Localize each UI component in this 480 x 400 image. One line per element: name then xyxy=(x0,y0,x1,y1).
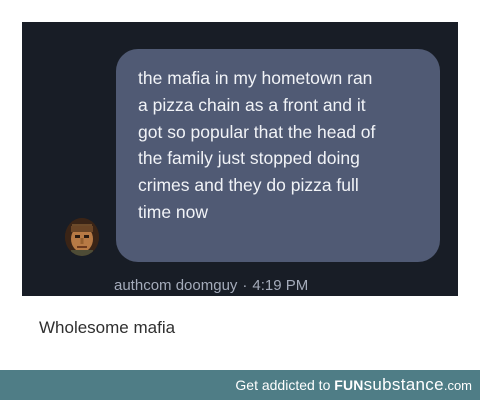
footer-tagline: Get addicted to xyxy=(235,377,331,393)
footer-watermark[interactable]: Get addicted to FUNsubstance.com xyxy=(235,376,472,395)
message-meta: authcom doomguy · 4:19 PM xyxy=(114,276,308,296)
message-line: the family just stopped doing xyxy=(138,148,360,169)
brand-fun: FUN xyxy=(334,377,364,393)
chat-screenshot: the mafia in my hometown ran a pizza cha… xyxy=(22,22,458,296)
message-line: the mafia in my hometown ran xyxy=(138,68,373,88)
message-line: got so popular that the head of xyxy=(138,121,376,142)
brand-substance: substance xyxy=(363,375,444,394)
footer-bar: Get addicted to FUNsubstance.com xyxy=(0,370,480,400)
message-line: a pizza chain as a front and it xyxy=(138,94,366,115)
message-line: time now xyxy=(138,201,209,222)
message-timestamp: 4:19 PM xyxy=(252,277,309,294)
brand-tld: .com xyxy=(443,378,472,393)
doomguy-face-icon xyxy=(65,218,99,256)
author-name[interactable]: authcom doomguy xyxy=(114,277,237,294)
message-bubble: the mafia in my hometown ran a pizza cha… xyxy=(116,49,440,262)
message-line: crimes and they do pizza full xyxy=(138,175,359,196)
post-caption: Wholesome mafia xyxy=(39,318,176,337)
meta-separator: · xyxy=(242,277,248,294)
avatar[interactable] xyxy=(65,218,99,256)
